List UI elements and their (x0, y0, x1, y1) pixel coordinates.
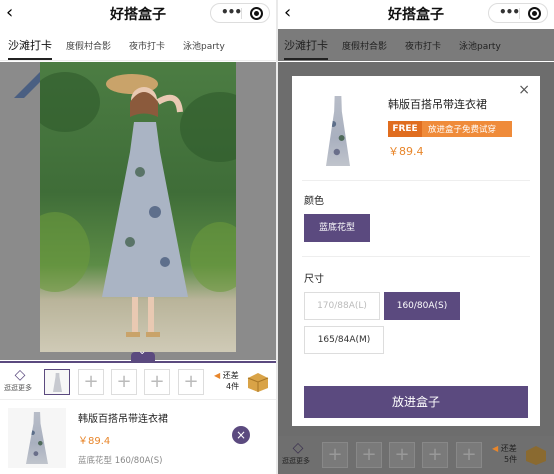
box-slot-empty: + (389, 442, 415, 468)
color-option-blue-floral[interactable]: 蓝底花型 (304, 214, 370, 242)
item-price: ￥89.4 (78, 436, 111, 447)
item-spec: 蓝底花型 160/80A(S) (78, 456, 163, 466)
close-icon[interactable]: × (518, 82, 530, 98)
box-slot-empty: + (456, 442, 482, 468)
browse-more-label: 逛逛更多 (4, 384, 32, 392)
tab-pool-party[interactable]: 泳池party (459, 39, 501, 52)
diamond-icon: ◇ (14, 367, 26, 383)
size-label: 尺寸 (304, 274, 324, 285)
remaining-number: 5件 (504, 455, 518, 464)
sku-selector-modal: × 韩版百搭吊带连衣裙 FREE 放进盒子免费试穿 ￥89.4 颜色 蓝底花型 … (292, 76, 540, 426)
left-screen: ‹ 好搭盒子 ••• 沙滩打卡 度假村合影 夜市打卡 泳池party ⌄ ◇ 逛… (0, 0, 276, 474)
tab-beach[interactable]: 沙滩打卡 (8, 37, 52, 53)
outfit-photo-area (0, 62, 276, 360)
box-slot-empty: + (356, 442, 382, 468)
miniprogram-capsule: ••• (210, 3, 270, 23)
diamond-icon: ◇ (292, 440, 304, 456)
outfit-box-bar: ◇ 逛逛更多 + + + + ◀ 还差 4件 (0, 361, 276, 399)
divider (302, 256, 530, 257)
tab-night-market[interactable]: 夜市打卡 (129, 39, 165, 52)
box-slot-empty: + (322, 442, 348, 468)
box-icon[interactable] (246, 371, 270, 393)
model-figure (102, 74, 188, 337)
tab-night-market[interactable]: 夜市打卡 (405, 39, 441, 52)
nav-bar: ‹ 好搭盒子 ••• (0, 0, 276, 28)
item-image (306, 92, 366, 172)
item-image (8, 408, 66, 468)
model-photo (40, 62, 236, 352)
miniprogram-capsule: ••• (488, 3, 548, 23)
item-name: 韩版百搭吊带连衣裙 (78, 414, 168, 425)
browse-more-button: ◇ 逛逛更多 (282, 440, 310, 466)
size-option-s[interactable]: 160/80A(S) (384, 292, 460, 320)
remove-item-button[interactable]: × (232, 426, 250, 444)
box-slot-empty[interactable]: + (144, 369, 170, 395)
item-price: ￥89.4 (388, 145, 424, 158)
tab-pool-party[interactable]: 泳池party (183, 39, 225, 52)
divider (302, 180, 530, 181)
item-name: 韩版百搭吊带连衣裙 (388, 98, 487, 111)
dress-image (26, 412, 48, 464)
tab-resort[interactable]: 度假村合影 (66, 39, 111, 52)
remaining-prefix: 还差 (222, 371, 239, 380)
right-screen: ‹ 好搭盒子 ••• 沙滩打卡 度假村合影 夜市打卡 泳池party ◇ 逛逛更… (278, 0, 554, 474)
close-miniprogram-icon[interactable] (250, 7, 263, 20)
active-tab-indicator (8, 58, 52, 60)
size-option-m[interactable]: 165/84A(M) (304, 326, 384, 354)
scene-tabs: 沙滩打卡 度假村合影 夜市打卡 泳池party (278, 29, 554, 61)
remaining-count: ◀ 还差 4件 (214, 370, 239, 392)
active-tab-indicator (284, 58, 328, 60)
left-arrow-icon: ◀ (492, 444, 499, 453)
free-tag: FREE (388, 121, 422, 137)
free-trial-text: 放进盒子免费试穿 (428, 125, 497, 135)
tab-resort[interactable]: 度假村合影 (342, 39, 387, 52)
remaining-prefix: 还差 (500, 444, 517, 453)
capsule-divider (241, 8, 242, 19)
capsule-divider (519, 8, 520, 19)
browse-more-button[interactable]: ◇ 逛逛更多 (4, 367, 32, 393)
size-option-l[interactable]: 170/88A(L) (304, 292, 380, 320)
more-icon[interactable]: ••• (221, 5, 242, 19)
box-icon (526, 446, 546, 465)
tab-beach[interactable]: 沙滩打卡 (284, 37, 328, 53)
remaining-number: 4件 (226, 382, 240, 391)
box-slot-empty[interactable]: + (78, 369, 104, 395)
box-item-card[interactable]: 韩版百搭吊带连衣裙 ￥89.4 蓝底花型 160/80A(S) × (0, 399, 276, 474)
box-slot-empty[interactable]: + (178, 369, 204, 395)
left-arrow-icon: ◀ (214, 371, 221, 380)
color-label: 颜色 (304, 196, 324, 207)
dress-thumbnail (53, 373, 62, 392)
collapse-handle[interactable] (131, 346, 155, 361)
more-icon[interactable]: ••• (499, 5, 520, 19)
box-slot-empty[interactable]: + (111, 369, 137, 395)
browse-more-label: 逛逛更多 (282, 457, 310, 465)
box-slot-empty: + (422, 442, 448, 468)
dress-image (326, 96, 350, 166)
nav-bar: ‹ 好搭盒子 ••• (278, 0, 554, 28)
free-trial-badge: FREE 放进盒子免费试穿 (388, 121, 512, 137)
outfit-box-bar-dimmed: ◇ 逛逛更多 + + + + + ◀ 还差 5件 (278, 436, 554, 474)
remaining-count: ◀ 还差 5件 (492, 443, 517, 465)
add-to-box-button[interactable]: 放进盒子 (304, 386, 528, 418)
scene-tabs: 沙滩打卡 度假村合影 夜市打卡 泳池party (0, 29, 276, 61)
box-slot-filled[interactable] (44, 369, 70, 395)
close-miniprogram-icon[interactable] (528, 7, 541, 20)
